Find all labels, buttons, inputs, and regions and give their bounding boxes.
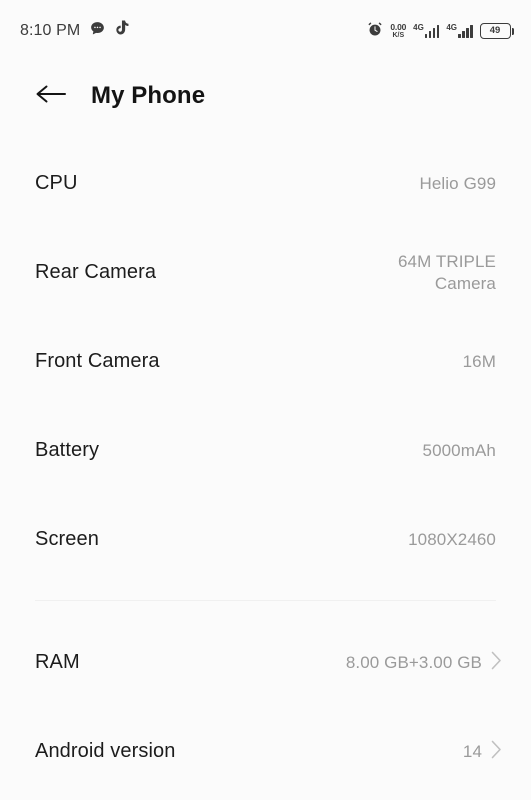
list-item-label: Rear Camera: [35, 261, 157, 283]
back-arrow-icon: [34, 82, 68, 111]
sim1-signal-bars: [424, 24, 440, 38]
phone-info-list: CPU Helio G99 Rear Camera 64M TRIPLE Cam…: [0, 139, 531, 796]
list-item-value-group: 64M TRIPLE Camera: [356, 251, 496, 294]
list-item-value: 16M: [462, 351, 496, 371]
section-divider: [35, 600, 496, 601]
battery-icon: 49: [479, 23, 514, 39]
chevron-right-icon: [491, 651, 502, 675]
back-button[interactable]: [27, 74, 75, 118]
list-item-value: 5000mAh: [422, 440, 496, 460]
list-item-value: 64M TRIPLE Camera: [397, 252, 496, 293]
list-item-label: CPU: [35, 172, 78, 194]
network-speed-unit: K/S: [392, 32, 405, 40]
list-item-label: Android version: [35, 740, 176, 762]
chevron-right-icon: [491, 740, 502, 764]
status-bar: 8:10 PM 0.00 K/S 4G 4G 49: [0, 0, 531, 62]
list-item-value: 1080X2460: [408, 529, 496, 549]
list-item-label: Battery: [35, 439, 100, 461]
network-speed-indicator: 0.00 K/S: [390, 23, 406, 40]
status-bar-right: 0.00 K/S 4G 4G 49: [367, 21, 514, 42]
list-item-value-group: 1080X2460: [408, 529, 496, 550]
battery-body: 49: [479, 23, 511, 39]
list-item-value-group: 5000mAh: [423, 440, 496, 461]
chat-bubble-icon: [89, 20, 106, 42]
battery-cap: [511, 27, 514, 35]
list-item-value-group: 8.00 GB+3.00 GB: [345, 651, 501, 675]
list-item-value-group: 14: [462, 740, 501, 764]
list-item-cpu[interactable]: CPU Helio G99: [0, 139, 531, 228]
list-item-value: Helio G99: [419, 173, 496, 193]
sim2-network-label: 4G: [446, 23, 457, 32]
list-item-label: Screen: [35, 528, 99, 550]
list-item-label: Front Camera: [35, 350, 160, 372]
list-item-android-version[interactable]: Android version 14: [0, 707, 531, 796]
list-item-label: RAM: [35, 651, 80, 673]
status-bar-left: 8:10 PM: [20, 20, 130, 42]
list-item-value-group: 16M: [463, 351, 496, 372]
network-speed-value: 0.00: [390, 21, 407, 32]
list-item-screen[interactable]: Screen 1080X2460: [0, 495, 531, 584]
battery-level-text: 49: [489, 25, 501, 37]
page-title: My Phone: [91, 82, 206, 109]
sim1-signal-icon: 4G: [413, 23, 440, 38]
sim2-signal-bars: [458, 24, 473, 38]
list-item-value: 14: [462, 741, 482, 761]
list-item-rear-camera[interactable]: Rear Camera 64M TRIPLE Camera: [0, 228, 531, 317]
tiktok-icon: [115, 20, 130, 42]
list-item-value-group: Helio G99: [420, 173, 497, 194]
list-item-front-camera[interactable]: Front Camera 16M: [0, 317, 531, 406]
sim2-signal-icon: 4G: [446, 23, 473, 38]
status-bar-clock: 8:10 PM: [20, 22, 81, 39]
list-item-value: 8.00 GB+3.00 GB: [345, 652, 482, 672]
list-item-ram[interactable]: RAM 8.00 GB+3.00 GB: [0, 618, 531, 707]
page-header: My Phone: [0, 62, 531, 130]
sim1-network-label: 4G: [413, 23, 424, 32]
alarm-clock-icon: [367, 21, 383, 42]
list-item-battery[interactable]: Battery 5000mAh: [0, 406, 531, 495]
